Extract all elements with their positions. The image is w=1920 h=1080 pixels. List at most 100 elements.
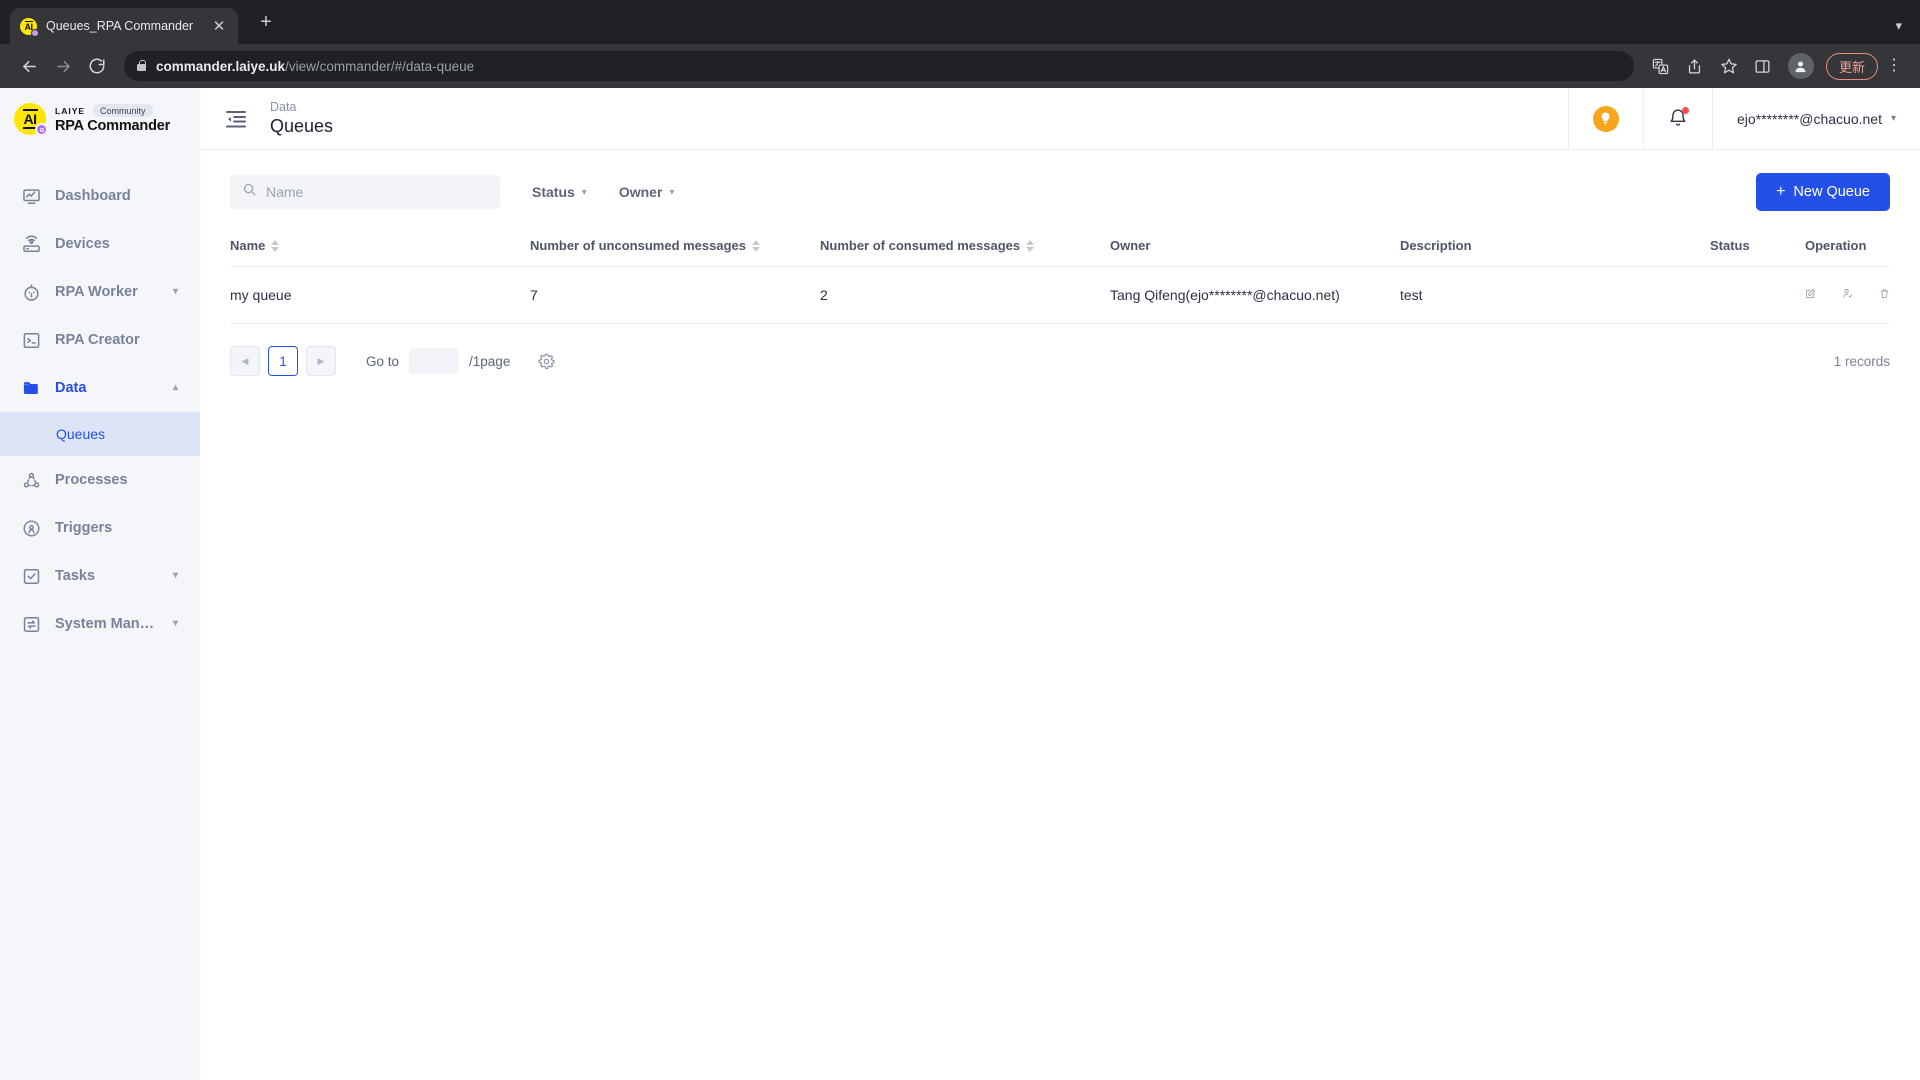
sidebar-item-label: RPA Worker xyxy=(55,284,138,300)
edit-icon[interactable] xyxy=(1805,286,1816,304)
cell-owner: Tang Qifeng(ejo********@chacuo.net) xyxy=(1110,266,1400,324)
processes-network-icon xyxy=(22,471,41,490)
share-icon[interactable] xyxy=(1680,51,1710,81)
sidebar-item-system-management[interactable]: System Manag... ▾ xyxy=(0,600,200,648)
goto-page-input[interactable] xyxy=(409,348,460,374)
chevron-down-icon[interactable]: ▾ xyxy=(1895,18,1920,44)
browser-window: AI Queues_RPA Commander ✕ + ▾ commander.… xyxy=(0,0,1920,1080)
cell-operation xyxy=(1805,266,1890,324)
sidebar-item-dashboard[interactable]: Dashboard xyxy=(0,172,200,220)
notifications-button[interactable] xyxy=(1642,88,1712,149)
records-count-label: 1 records xyxy=(1833,353,1890,369)
plus-icon[interactable]: + xyxy=(252,8,280,36)
laiye-ai-logo: AI xyxy=(14,103,48,136)
sidebar-item-rpa-worker[interactable]: RPA Worker ▾ xyxy=(0,268,200,316)
gear-icon[interactable] xyxy=(538,353,555,370)
trigger-radar-icon xyxy=(22,519,41,538)
new-queue-button-label: New Queue xyxy=(1793,184,1870,200)
sidebar-item-rpa-creator[interactable]: RPA Creator xyxy=(0,316,200,364)
browser-toolbar: commander.laiye.uk/view/commander/#/data… xyxy=(0,44,1920,88)
chevron-down-icon: ▾ xyxy=(172,618,178,629)
pagination: ◀ 1 ▶ Go to /1page 1 records xyxy=(230,324,1890,398)
help-bulb-button[interactable] xyxy=(1567,88,1643,149)
page-content: Status ▾ Owner ▾ + New Queue xyxy=(200,150,1920,1080)
table-header-row: Name Number of unconsumed messages Numbe… xyxy=(230,238,1890,267)
column-header-consumed[interactable]: Number of consumed messages xyxy=(820,238,1110,267)
sort-icon[interactable] xyxy=(271,239,280,252)
status-filter-dropdown[interactable]: Status ▾ xyxy=(532,184,587,200)
forward-arrow-icon[interactable] xyxy=(48,51,78,81)
sort-icon[interactable] xyxy=(752,239,760,252)
browser-tabstrip: AI Queues_RPA Commander ✕ + ▾ xyxy=(0,0,1920,44)
caret-left-icon[interactable]: ◀ xyxy=(230,346,260,376)
brand-product-name: RPA Commander xyxy=(55,118,171,134)
queues-table: Name Number of unconsumed messages Numbe… xyxy=(230,238,1890,324)
plus-icon: + xyxy=(1776,183,1786,200)
device-router-icon xyxy=(22,235,41,254)
robot-icon xyxy=(22,283,41,302)
browser-tab[interactable]: AI Queues_RPA Commander ✕ xyxy=(10,8,238,44)
profile-avatar-icon[interactable] xyxy=(1787,53,1814,79)
search-box[interactable] xyxy=(230,175,500,209)
collapse-sidebar-icon[interactable] xyxy=(224,107,248,131)
sidebar-item-queues[interactable]: Queues xyxy=(0,412,200,456)
brand-laiye-label: LAIYE xyxy=(55,105,86,116)
terminal-icon xyxy=(22,331,41,350)
sidebar-item-label: RPA Creator xyxy=(55,332,140,348)
sidebar-item-devices[interactable]: Devices xyxy=(0,220,200,268)
assign-user-icon[interactable] xyxy=(1842,286,1853,304)
chevron-down-icon: ▾ xyxy=(172,286,178,297)
cell-name: my queue xyxy=(230,266,530,324)
folder-icon xyxy=(22,379,41,398)
sidebar-item-label: Data xyxy=(55,380,87,396)
lightbulb-icon xyxy=(1592,105,1619,132)
brand-logo-area[interactable]: AI LAIYE Community RPA Commander xyxy=(0,88,200,150)
sidebar-item-label: System Manag... xyxy=(55,616,159,632)
bookmark-star-icon[interactable] xyxy=(1714,51,1744,81)
column-header-owner: Owner xyxy=(1110,238,1400,267)
sidebar-item-processes[interactable]: Processes xyxy=(0,456,200,504)
owner-filter-dropdown[interactable]: Owner ▾ xyxy=(619,184,675,200)
side-panel-icon[interactable] xyxy=(1748,51,1778,81)
sidebar-item-triggers[interactable]: Triggers xyxy=(0,504,200,552)
address-bar-url: commander.laiye.uk/view/commander/#/data… xyxy=(156,58,475,74)
page-number-1[interactable]: 1 xyxy=(268,346,298,376)
column-header-unconsumed[interactable]: Number of unconsumed messages xyxy=(530,238,820,267)
table-row[interactable]: my queue 7 2 Tang Qifeng(ejo********@cha… xyxy=(230,266,1890,324)
application-root: AI LAIYE Community RPA Commander Dashboa… xyxy=(0,88,1920,1080)
reload-icon[interactable] xyxy=(82,51,112,81)
page-header: Data Queues ejo********@chacuo.net ▾ xyxy=(200,88,1920,150)
laiye-ai-favicon: AI xyxy=(20,17,39,37)
system-transfer-icon xyxy=(22,615,41,634)
owner-filter-label: Owner xyxy=(618,184,663,200)
close-icon[interactable]: ✕ xyxy=(210,19,228,34)
filter-toolbar: Status ▾ Owner ▾ + New Queue xyxy=(230,172,1890,212)
search-icon xyxy=(242,182,257,202)
sidebar-nav: Dashboard Devices RPA Worker ▾ RPA Creat… xyxy=(0,150,200,648)
address-bar[interactable]: commander.laiye.uk/view/commander/#/data… xyxy=(124,51,1634,81)
update-button[interactable]: 更新 xyxy=(1825,52,1878,80)
chevron-down-icon: ▾ xyxy=(172,570,178,581)
back-arrow-icon[interactable] xyxy=(14,51,44,81)
sidebar-item-label: Dashboard xyxy=(55,188,131,204)
cell-description: test xyxy=(1400,266,1710,324)
kebab-menu-icon[interactable]: ⋮ xyxy=(1882,58,1906,74)
user-email-label: ejo********@chacuo.net xyxy=(1736,110,1882,127)
task-checkbox-icon xyxy=(22,567,41,586)
lock-icon xyxy=(136,59,147,73)
per-page-label: /1page xyxy=(469,353,511,369)
sidebar-item-tasks[interactable]: Tasks ▾ xyxy=(0,552,200,600)
search-input[interactable] xyxy=(266,184,488,200)
sidebar-item-label: Devices xyxy=(55,236,110,252)
new-queue-button[interactable]: + New Queue xyxy=(1756,173,1890,211)
header-actions: ejo********@chacuo.net ▾ xyxy=(1567,88,1920,149)
caret-right-icon[interactable]: ▶ xyxy=(306,346,336,376)
sidebar-item-data[interactable]: Data ▴ xyxy=(0,364,200,412)
column-header-status: Status xyxy=(1710,238,1805,267)
translate-icon[interactable] xyxy=(1646,51,1676,81)
user-menu[interactable]: ejo********@chacuo.net ▾ xyxy=(1711,88,1920,149)
main-area: Data Queues ejo********@chacuo.net ▾ Nam… xyxy=(200,88,1920,1080)
delete-trash-icon[interactable] xyxy=(1879,286,1890,304)
sort-icon[interactable] xyxy=(1026,239,1035,252)
column-header-name[interactable]: Name xyxy=(230,238,530,267)
